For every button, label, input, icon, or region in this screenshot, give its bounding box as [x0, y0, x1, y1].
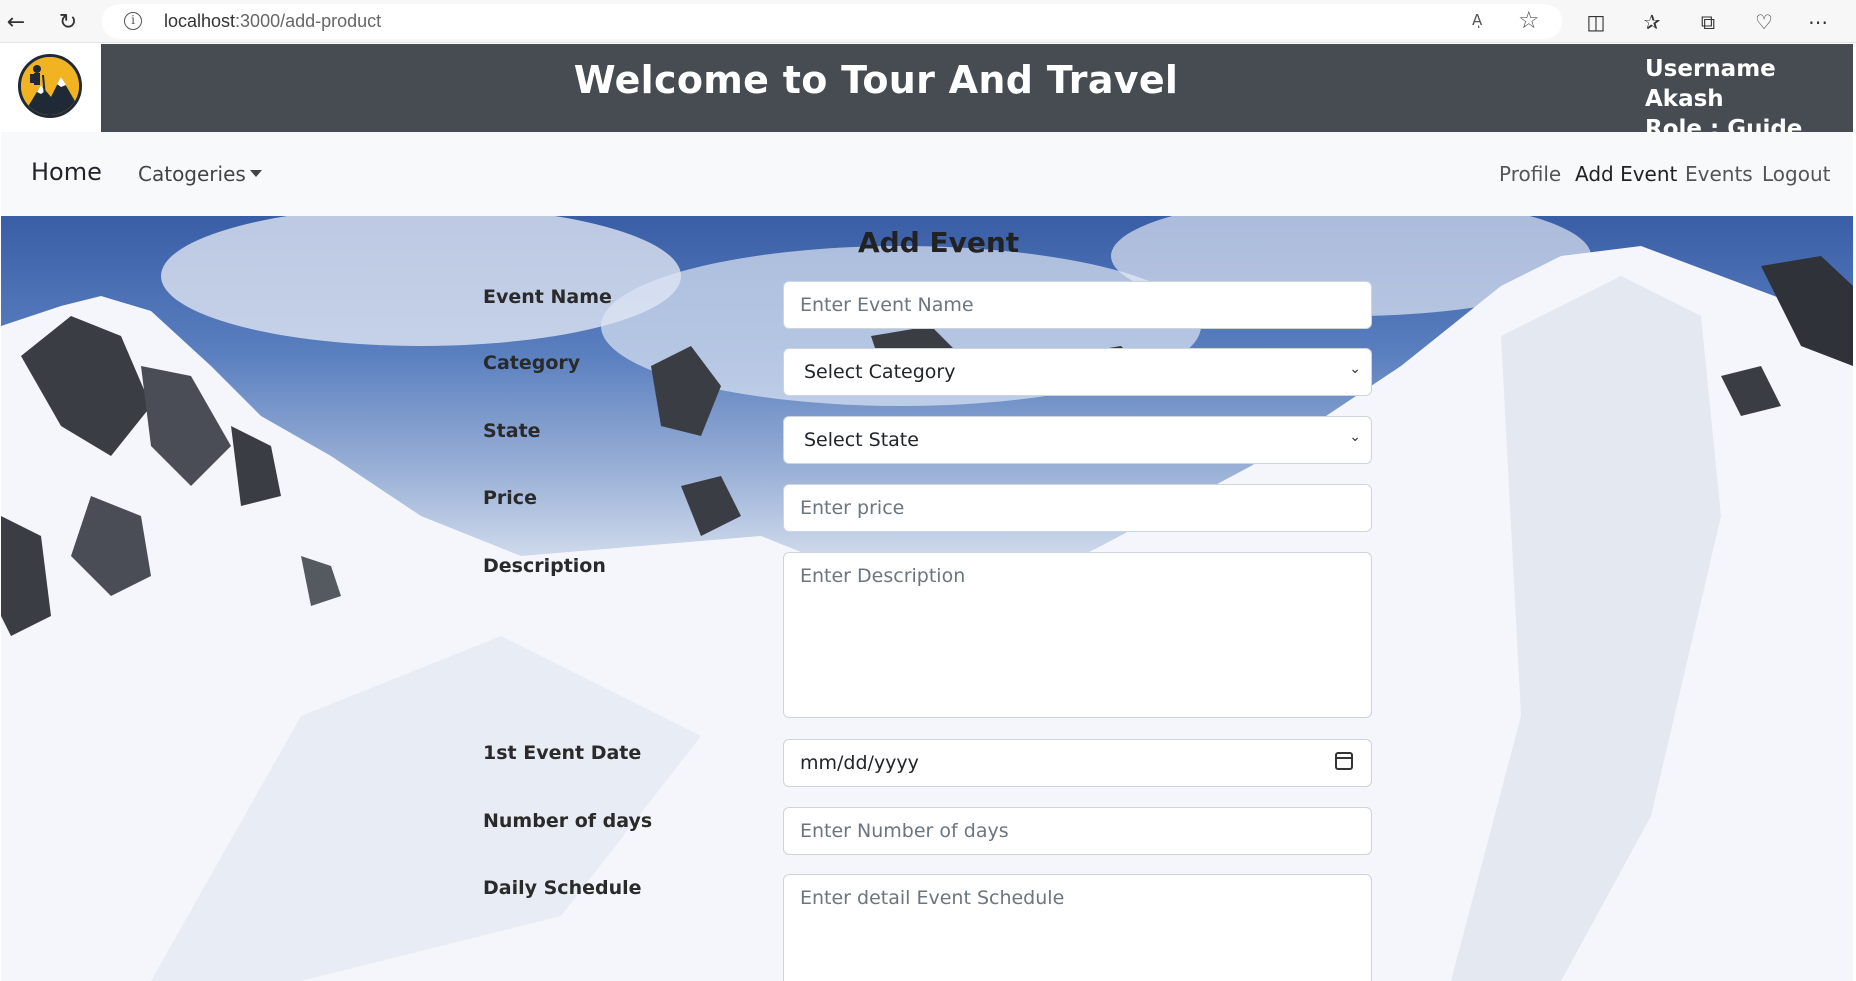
- first-event-date-label: 1st Event Date: [483, 742, 642, 764]
- number-of-days-placeholder: Enter Number of days: [800, 820, 1009, 842]
- calendar-icon[interactable]: [1335, 752, 1353, 770]
- state-selected-value: Select State: [804, 429, 919, 451]
- state-select[interactable]: Select State ⌄: [783, 416, 1372, 464]
- back-icon[interactable]: ←: [0, 6, 32, 38]
- username-text: Username Akash: [1645, 56, 1776, 112]
- number-of-days-label: Number of days: [483, 810, 653, 832]
- user-info: Username Akash Role : Guide: [1645, 54, 1853, 144]
- daily-schedule-placeholder: Enter detail Event Schedule: [800, 887, 1065, 909]
- price-label: Price: [483, 487, 537, 509]
- refresh-icon[interactable]: ↻: [52, 6, 84, 38]
- address-bar[interactable]: i localhost:3000/add-product Aͅ ☆: [102, 4, 1562, 39]
- favorites-icon[interactable]: ✰: [1636, 6, 1668, 38]
- main-navbar: Home Catogeries Profile Add Event Events…: [1, 132, 1853, 216]
- event-name-input[interactable]: Enter Event Name: [783, 281, 1372, 329]
- first-event-date-input[interactable]: mm/dd/yyyy: [783, 739, 1372, 787]
- event-name-placeholder: Enter Event Name: [800, 294, 974, 316]
- site-logo: [18, 54, 82, 118]
- category-selected-value: Select Category: [804, 361, 956, 383]
- collections-icon[interactable]: ⧉: [1692, 6, 1724, 38]
- caret-down-icon: [249, 170, 262, 177]
- description-textarea[interactable]: Enter Description: [783, 552, 1372, 718]
- price-input[interactable]: Enter price: [783, 484, 1372, 532]
- split-screen-icon[interactable]: ◫: [1580, 6, 1612, 38]
- favorite-star-icon[interactable]: ☆: [1518, 6, 1540, 34]
- chevron-down-icon: ⌄: [1349, 429, 1361, 445]
- chevron-down-icon: ⌄: [1349, 361, 1361, 377]
- daily-schedule-textarea[interactable]: Enter detail Event Schedule: [783, 874, 1372, 981]
- more-icon[interactable]: ⋯: [1802, 6, 1834, 38]
- category-select[interactable]: Select Category ⌄: [783, 348, 1372, 396]
- form-title: Add Event: [858, 226, 1020, 259]
- info-icon[interactable]: i: [124, 12, 142, 30]
- nav-home-link[interactable]: Home: [31, 158, 102, 186]
- description-placeholder: Enter Description: [800, 565, 966, 587]
- nav-categories-dropdown[interactable]: Catogeries: [138, 162, 262, 186]
- number-of-days-input[interactable]: Enter Number of days: [783, 807, 1372, 855]
- url-text[interactable]: localhost:3000/add-product: [164, 11, 381, 32]
- price-placeholder: Enter price: [800, 497, 905, 519]
- header-banner: Welcome to Tour And Travel Username Akas…: [101, 44, 1853, 142]
- state-label: State: [483, 420, 541, 442]
- category-label: Category: [483, 352, 581, 374]
- hiker-mountain-icon: [21, 57, 79, 115]
- nav-logout-link[interactable]: Logout: [1762, 162, 1830, 186]
- date-format-text: mm/dd/yyyy: [800, 752, 919, 774]
- event-name-label: Event Name: [483, 286, 612, 308]
- read-aloud-icon[interactable]: Aͅ: [1472, 11, 1482, 29]
- page-title: Welcome to Tour And Travel: [573, 58, 1179, 102]
- daily-schedule-label: Daily Schedule: [483, 877, 642, 899]
- browser-essentials-icon[interactable]: ♡: [1748, 6, 1780, 38]
- description-label: Description: [483, 555, 606, 577]
- nav-categories-label: Catogeries: [138, 162, 246, 186]
- nav-events-link[interactable]: Events: [1685, 162, 1753, 186]
- nav-add-event-link[interactable]: Add Event: [1575, 162, 1677, 186]
- browser-toolbar: ← ↻ i localhost:3000/add-product Aͅ ☆ ◫ …: [0, 0, 1856, 43]
- nav-profile-link[interactable]: Profile: [1499, 162, 1561, 186]
